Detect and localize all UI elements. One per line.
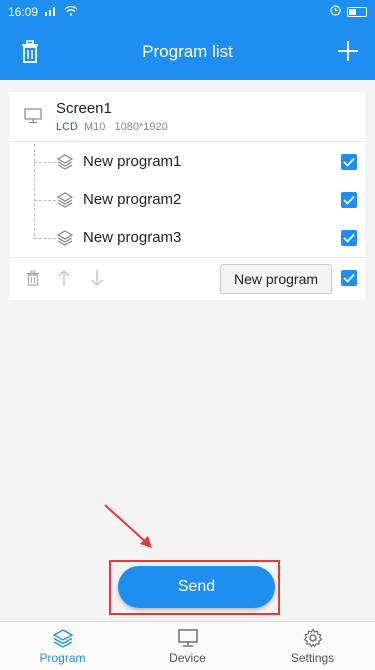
program-name: New program1 <box>83 153 182 170</box>
tree-branch <box>34 238 56 239</box>
tab-label: Device <box>169 650 206 665</box>
screen-model: M10 <box>84 121 106 133</box>
status-time: 16:09 <box>8 5 39 19</box>
delete-program-icon[interactable] <box>26 270 40 286</box>
tab-label: Program <box>39 650 86 665</box>
program-row[interactable]: New program2 <box>10 181 365 219</box>
bottom-tab-bar: Program Device Settings <box>0 621 375 670</box>
monitor-icon <box>177 628 198 647</box>
screen-meta: LCD M10 1080*1920 <box>56 121 174 133</box>
screen-resolution: 1080*1920 <box>114 121 168 133</box>
tree-branch <box>34 162 56 163</box>
screen-name: Screen1 <box>56 100 112 117</box>
move-down-icon[interactable] <box>90 269 104 287</box>
tab-device[interactable]: Device <box>125 622 250 670</box>
wifi-icon <box>64 5 78 19</box>
status-bar: 16:09 <box>0 0 375 24</box>
add-icon[interactable] <box>335 38 361 64</box>
page-title: Program list <box>142 42 233 61</box>
layers-icon <box>56 153 74 171</box>
screen-type: LCD <box>56 121 79 133</box>
alarm-icon <box>330 5 341 19</box>
layers-icon <box>56 191 74 209</box>
monitor-icon <box>24 108 42 124</box>
tab-program[interactable]: Program <box>0 622 125 670</box>
move-up-icon[interactable] <box>57 269 71 287</box>
layers-icon <box>56 229 74 247</box>
header-trash-icon[interactable] <box>18 39 42 65</box>
program-name: New program3 <box>83 229 182 246</box>
annotation-arrow-icon <box>104 504 152 548</box>
program-actions-bar: New program <box>10 257 365 300</box>
new-program-button[interactable]: New program <box>220 264 332 294</box>
select-all-checkbox[interactable] <box>341 270 357 286</box>
tab-label: Settings <box>290 650 335 665</box>
gear-icon <box>303 627 322 647</box>
program-row[interactable]: New program1 <box>10 143 365 181</box>
tab-settings[interactable]: Settings <box>250 622 375 670</box>
app-header: Program list <box>0 24 375 80</box>
battery-icon <box>347 7 367 17</box>
program-checkbox[interactable] <box>341 154 357 170</box>
program-checkbox[interactable] <box>341 230 357 246</box>
signal-icon <box>44 5 58 19</box>
program-name: New program2 <box>83 191 182 208</box>
layers-icon <box>52 628 73 648</box>
screen-row[interactable]: Screen1 LCD M10 1080*1920 <box>10 92 365 140</box>
program-list-card: Screen1 LCD M10 1080*1920 New program1 Ne… <box>10 92 365 300</box>
divider <box>10 141 365 142</box>
send-button[interactable]: Send <box>118 566 275 608</box>
program-checkbox[interactable] <box>341 192 357 208</box>
program-row[interactable]: New program3 <box>10 219 365 257</box>
tree-branch <box>34 200 56 201</box>
